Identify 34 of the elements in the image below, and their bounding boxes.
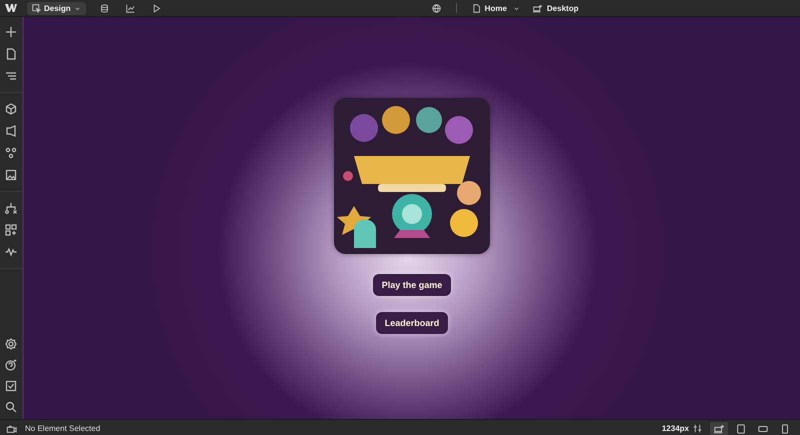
adjust-icon[interactable] — [693, 424, 702, 433]
page-icon[interactable] — [5, 48, 17, 60]
leaderboard-button[interactable]: Leaderboard — [376, 312, 448, 334]
database-icon[interactable] — [100, 4, 109, 12]
globe-icon[interactable] — [432, 4, 441, 12]
cube-icon[interactable] — [5, 103, 17, 115]
selection-status: No Element Selected — [25, 424, 100, 433]
chart-icon[interactable] — [126, 4, 135, 12]
activity-icon[interactable] — [5, 246, 17, 258]
settings-icon[interactable] — [5, 338, 17, 350]
video-icon[interactable] — [6, 424, 17, 434]
search-icon[interactable] — [5, 401, 17, 413]
play-button[interactable]: Play the game — [372, 274, 452, 296]
help-icon[interactable] — [5, 359, 17, 371]
flow-icon[interactable] — [5, 202, 17, 214]
play-icon[interactable] — [152, 4, 161, 12]
breakpoint-button[interactable] — [710, 422, 728, 435]
landscape-phone-icon[interactable] — [758, 424, 768, 434]
phone-icon[interactable] — [780, 424, 790, 434]
tablet-icon[interactable] — [736, 424, 746, 434]
logo-icon[interactable] — [5, 4, 17, 12]
cursor-icon[interactable] — [32, 4, 41, 12]
add-icon[interactable] — [5, 26, 17, 38]
desktop-icon[interactable] — [532, 4, 543, 12]
image-icon[interactable] — [5, 169, 17, 181]
mode-button[interactable]: Design — [27, 2, 86, 14]
canvas-width: 1234px — [662, 424, 689, 433]
page-selector[interactable]: Home — [472, 4, 507, 12]
breakpoint-label[interactable]: Desktop — [532, 4, 578, 12]
page-icon[interactable] — [472, 4, 481, 12]
checkbox-icon[interactable] — [5, 380, 17, 392]
apps-icon[interactable] — [5, 224, 17, 236]
navigator-icon[interactable] — [5, 70, 17, 82]
desktop-icon[interactable] — [714, 424, 724, 434]
